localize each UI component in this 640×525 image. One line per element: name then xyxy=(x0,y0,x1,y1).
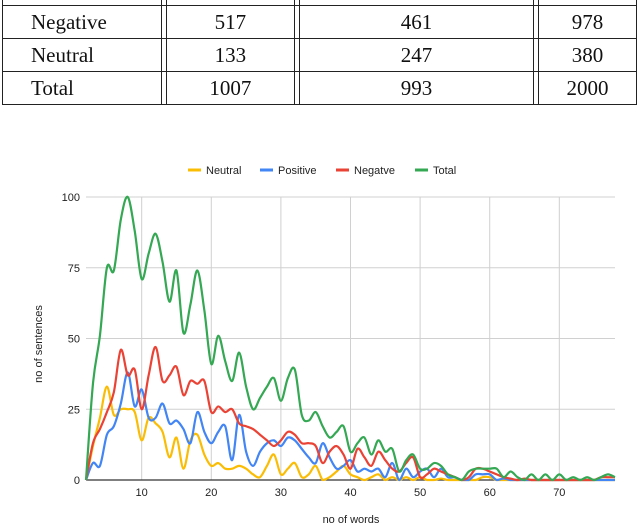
legend-item-positive: Positive xyxy=(260,165,317,177)
legend-label: Neutral xyxy=(206,165,241,177)
legend-label: Positive xyxy=(278,165,317,177)
y-tick-label: 100 xyxy=(62,192,80,204)
y-tick-label: 0 xyxy=(74,475,80,487)
y-tick-label: 25 xyxy=(68,404,80,416)
x-tick-label: 40 xyxy=(344,487,356,499)
x-tick-label: 30 xyxy=(275,487,287,499)
x-axis-ticks: 10 20 30 40 50 60 70 xyxy=(136,487,566,499)
legend-item-total: Total xyxy=(415,165,456,177)
x-tick-label: 70 xyxy=(553,487,565,499)
x-tick-label: 60 xyxy=(484,487,496,499)
y-tick-label: 50 xyxy=(68,334,80,346)
legend-item-neutral: Neutral xyxy=(188,165,241,177)
x-tick-label: 50 xyxy=(414,487,426,499)
x-tick-label: 10 xyxy=(136,487,148,499)
legend-label: Total xyxy=(433,165,456,177)
legend-label: Negatve xyxy=(354,165,395,177)
y-axis-title: no of sentences xyxy=(33,305,45,383)
legend-item-negatve: Negatve xyxy=(336,165,395,177)
x-tick-label: 20 xyxy=(205,487,217,499)
y-tick-label: 75 xyxy=(68,263,80,275)
gridlines xyxy=(86,196,615,481)
y-axis-ticks: 0 25 50 75 100 xyxy=(62,192,80,487)
legend: Neutral Positive Negatve Total xyxy=(188,165,456,177)
line-chart: 0 25 50 75 100 10 20 30 40 50 60 70 Neutral Positiv… xyxy=(33,165,616,525)
x-axis-title: no of words xyxy=(323,514,380,525)
